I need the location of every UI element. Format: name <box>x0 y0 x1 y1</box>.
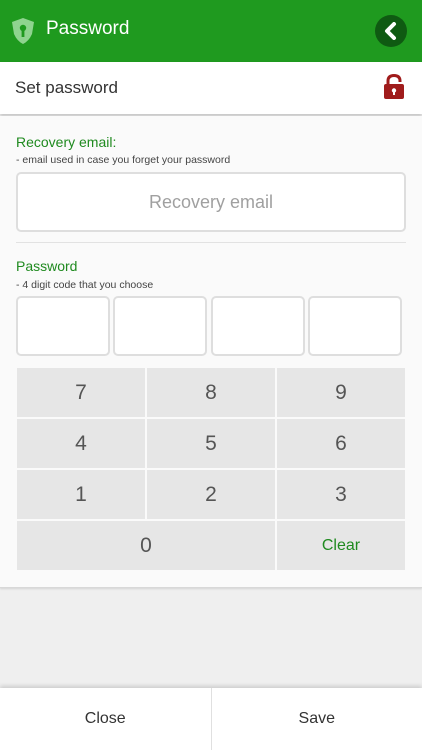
back-button[interactable] <box>375 15 407 47</box>
key-4[interactable]: 4 <box>17 419 145 468</box>
recovery-email-input[interactable] <box>16 172 406 232</box>
pin-digit-1[interactable] <box>16 296 110 356</box>
key-8[interactable]: 8 <box>147 368 275 417</box>
key-5[interactable]: 5 <box>147 419 275 468</box>
clear-button[interactable]: Clear <box>277 521 405 570</box>
password-label: Password <box>16 258 78 274</box>
recovery-email-hint: - email used in case you forget your pas… <box>16 154 231 166</box>
key-3[interactable]: 3 <box>277 470 405 519</box>
key-1[interactable]: 1 <box>17 470 145 519</box>
key-9[interactable]: 9 <box>277 368 405 417</box>
key-7[interactable]: 7 <box>17 368 145 417</box>
section-divider <box>16 242 406 243</box>
pin-digit-3[interactable] <box>211 296 305 356</box>
bottom-bar: Close Save <box>0 688 422 750</box>
chevron-left-icon <box>385 22 396 40</box>
section-title: Set password <box>15 78 118 97</box>
numeric-keypad: 7 8 9 4 5 6 1 2 3 0 Clear <box>17 368 405 570</box>
password-hint: - 4 digit code that you choose <box>16 279 154 291</box>
page-title: Password <box>46 18 130 39</box>
subheader: Set password <box>0 62 422 114</box>
save-button[interactable]: Save <box>212 688 422 750</box>
recovery-email-label: Recovery email: <box>16 134 117 150</box>
key-6[interactable]: 6 <box>277 419 405 468</box>
close-button[interactable]: Close <box>0 688 211 750</box>
key-2[interactable]: 2 <box>147 470 275 519</box>
pin-digit-2[interactable] <box>113 296 207 356</box>
key-0[interactable]: 0 <box>17 521 275 570</box>
shield-icon <box>12 18 34 44</box>
lock-icon <box>384 74 404 99</box>
pin-digit-4[interactable] <box>308 296 402 356</box>
top-bar: Password <box>0 0 422 62</box>
